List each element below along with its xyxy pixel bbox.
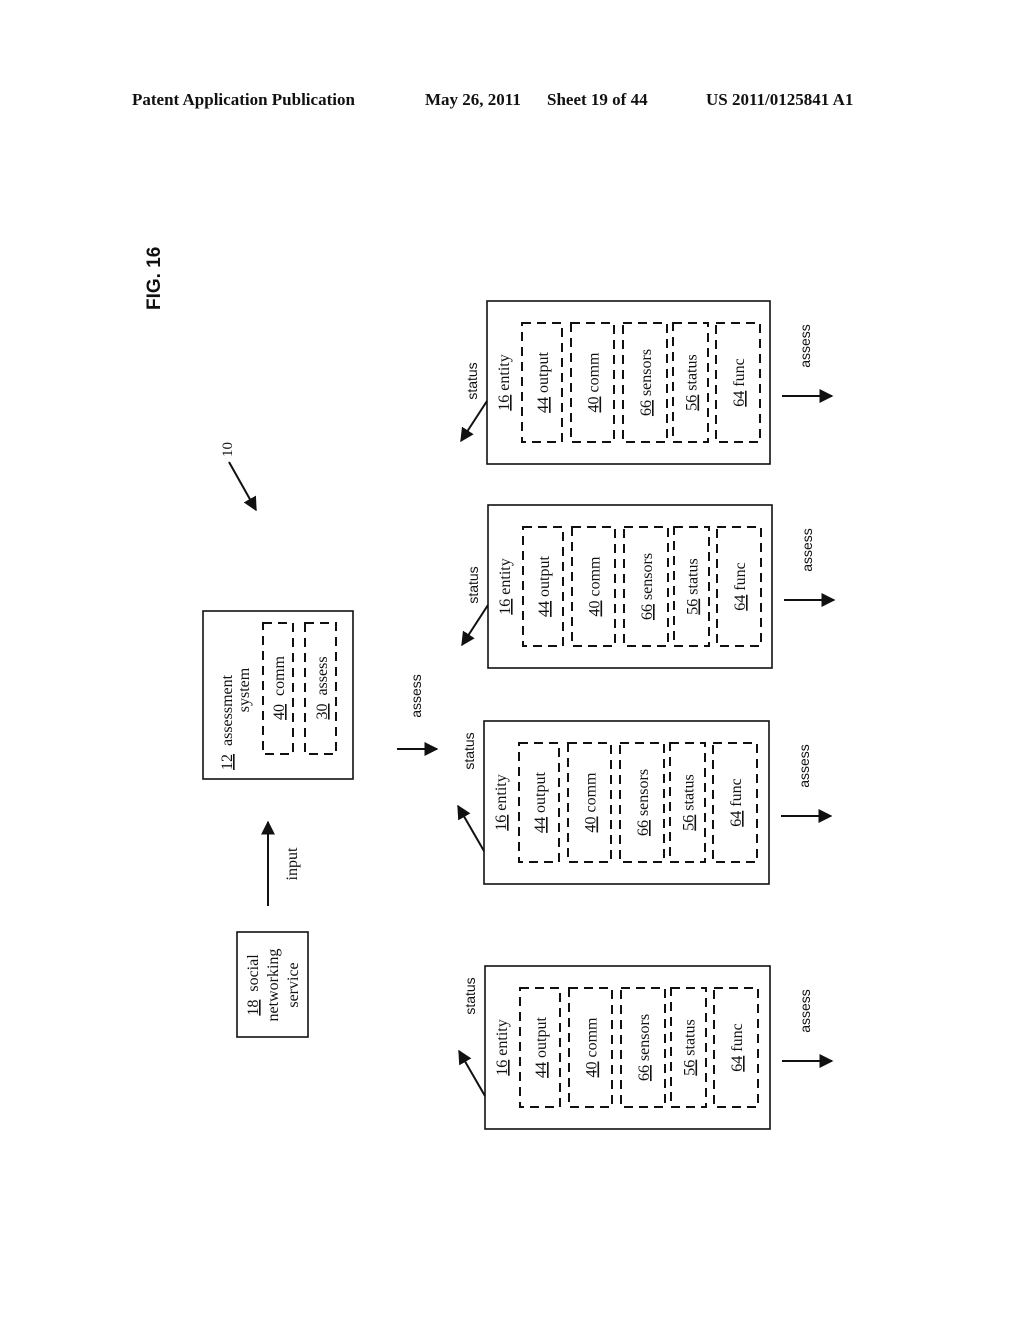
module-status-label: 56status [685, 558, 702, 614]
entity-outline [483, 720, 770, 885]
status-arrow [460, 400, 488, 443]
entity-title: 16entity [493, 774, 510, 830]
sns-line-2: networking [265, 949, 282, 1022]
module-sensors-label: 66sensors [635, 769, 652, 836]
figure-diagram: FIG. 16 10 12 assessment system 40 comm … [144, 247, 836, 1130]
module-output-label: 44output [532, 772, 549, 833]
entity-outline [487, 504, 773, 669]
assess-arrow-label: assess [796, 744, 812, 788]
assessment-system-title: 12 assessment [219, 674, 236, 770]
entity-box: 16entity 44output 40comm 66sensors 56status 6… [457, 720, 833, 885]
status-arrow-label: status [461, 732, 477, 769]
module-assess-label: 30 assess [314, 656, 331, 719]
status-arrow-label: status [464, 362, 480, 399]
module-comm-label: 40 comm [271, 655, 288, 720]
module-comm-label: 40comm [584, 1017, 601, 1078]
module-sensors-label: 66sensors [638, 349, 655, 416]
figure-label: FIG. 16 [144, 247, 165, 310]
assessment-system-box: 12 assessment system 40 comm 30 assess [202, 610, 354, 780]
entity-box: 16entity 44output 40comm 66sensors 56status 6… [458, 965, 834, 1130]
module-status-label: 56status [681, 774, 698, 830]
title-line-2: system [236, 667, 253, 712]
entity-outline [486, 300, 771, 465]
module-status-label: 56status [684, 354, 701, 410]
module-output-label: 44output [536, 556, 553, 617]
module-comm-label: 40comm [583, 772, 600, 833]
module-comm-label: 40comm [587, 556, 604, 617]
module-comm-label: 40comm [586, 352, 603, 413]
entity-outline [484, 965, 771, 1130]
sns-line-1: 18 social [245, 954, 262, 1016]
ref-number: 12 [219, 754, 236, 770]
status-arrow-label: status [462, 977, 478, 1014]
status-arrow-label: status [465, 566, 481, 603]
module-func-label: 64func [729, 1023, 746, 1071]
entity-box: 16entity 44output 40comm 66sensors 56status 6… [460, 300, 834, 465]
title-line: assessment [219, 674, 236, 746]
status-arrow [461, 604, 489, 647]
social-networking-service-box: 18 social networking service [236, 931, 309, 1038]
module-func-label: 64func [728, 778, 745, 826]
status-arrow [458, 1049, 486, 1097]
entity-box: 16entity 44output 40comm 66sensors 56status 6… [461, 504, 836, 669]
entity-title: 16entity [494, 1019, 511, 1075]
module-status-label: 56status [682, 1019, 699, 1075]
module-sensors-label: 66sensors [639, 553, 656, 620]
entity-title: 16entity [497, 558, 514, 614]
module-sensors-label: 66sensors [636, 1014, 653, 1081]
input-arrow-label: input [284, 847, 301, 880]
status-arrow [457, 804, 485, 852]
sns-line-3: service [285, 962, 302, 1007]
entity-title: 16entity [496, 354, 513, 410]
assess-arrow-label: assess [799, 528, 815, 572]
entities-group: 16entity 44output 40comm 66sensors 56status 6… [457, 300, 836, 1130]
module-output-label: 44output [535, 352, 552, 413]
assess-arrow-label: assess [797, 324, 813, 368]
module-output-label: 44output [533, 1017, 550, 1078]
system-ref-arrow [228, 461, 257, 512]
assess-arrow-label: assess [797, 989, 813, 1033]
system-ref-label: 10 [220, 442, 236, 457]
system-assess-label: assess [408, 674, 424, 718]
module-func-label: 64func [732, 562, 749, 610]
module-func-label: 64func [731, 358, 748, 406]
